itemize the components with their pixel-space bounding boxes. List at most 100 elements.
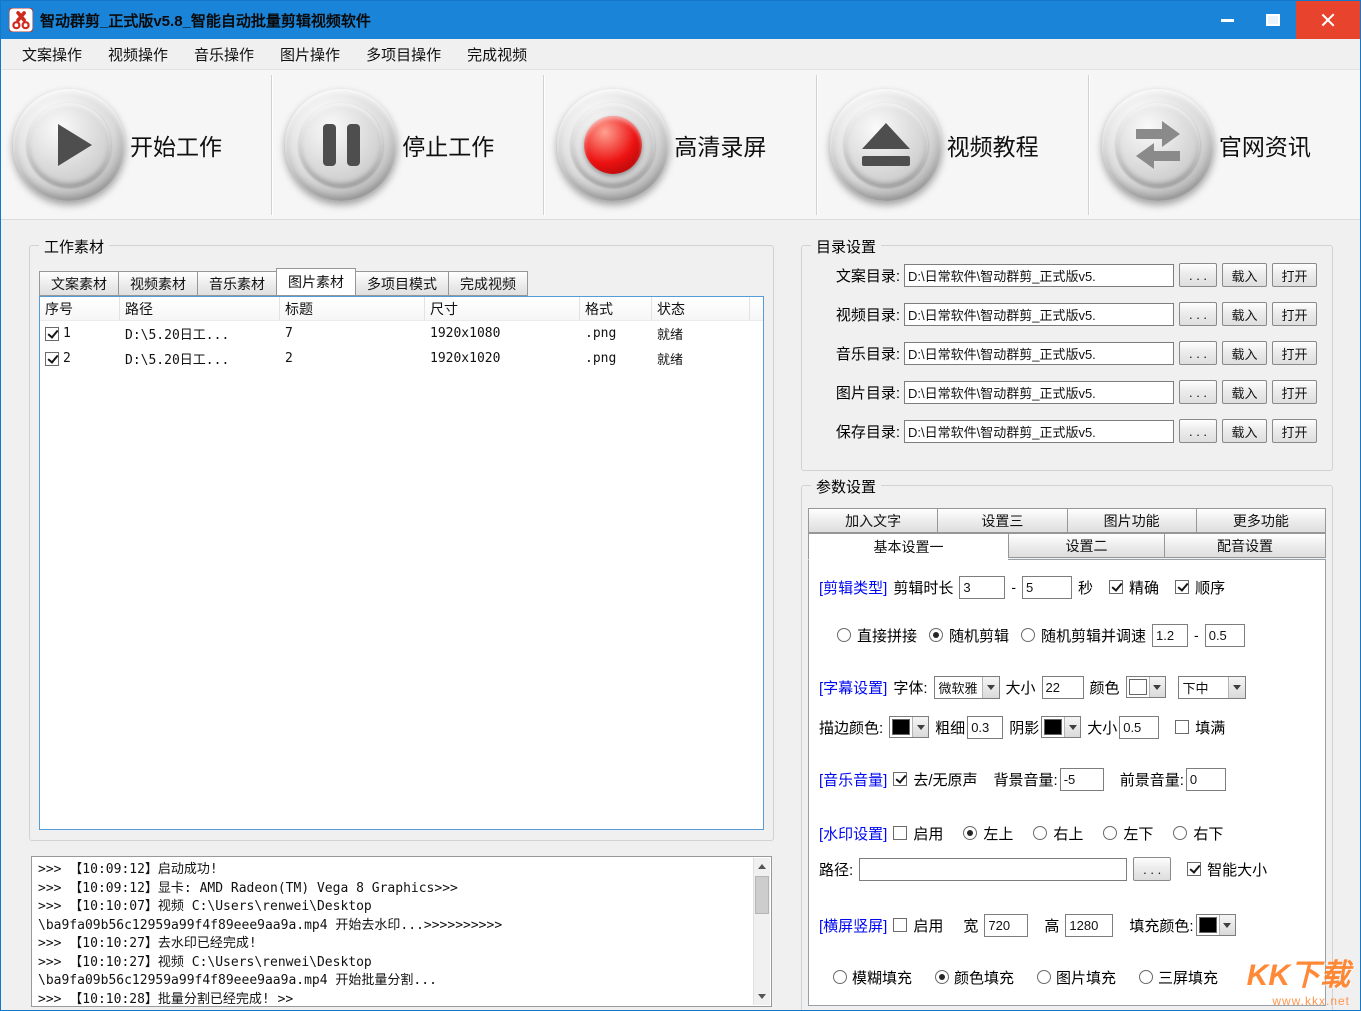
browse-button[interactable]: . . . xyxy=(1179,302,1217,326)
row-checkbox[interactable] xyxy=(45,352,59,366)
screen-enable-checkbox[interactable] xyxy=(893,918,907,932)
tab-multi-project-mode[interactable]: 多项目模式 xyxy=(355,271,448,296)
stroke-color-select[interactable] xyxy=(889,716,929,738)
start-work-button[interactable]: 开始工作 xyxy=(1,70,271,219)
sequence-checkbox[interactable] xyxy=(1175,580,1189,594)
menu-video-ops[interactable]: 视频操作 xyxy=(95,39,181,70)
col-index[interactable]: 序号 xyxy=(40,297,120,320)
log-output[interactable]: >>> 【10:09:12】启动成功! >>> 【10:09:12】显卡: AM… xyxy=(31,856,772,1007)
image-fill-radio[interactable] xyxy=(1037,970,1051,984)
table-row[interactable]: 2 D:\5.20日工... 2 1920x1020 .png 就绪 xyxy=(40,346,763,371)
tab-image-material[interactable]: 图片素材 xyxy=(276,268,356,296)
menu-multi-project-ops[interactable]: 多项目操作 xyxy=(353,39,454,70)
col-path[interactable]: 路径 xyxy=(120,297,280,320)
clip-duration-max-input[interactable] xyxy=(1022,576,1072,599)
menu-finished-video[interactable]: 完成视频 xyxy=(454,39,540,70)
browse-button[interactable]: . . . xyxy=(1179,419,1217,443)
fg-volume-input[interactable] xyxy=(1186,768,1226,791)
col-format[interactable]: 格式 xyxy=(580,297,652,320)
clip-duration-min-input[interactable] xyxy=(959,576,1005,599)
load-button[interactable]: 载入 xyxy=(1222,341,1267,365)
speed-max-input[interactable] xyxy=(1205,624,1245,647)
open-button[interactable]: 打开 xyxy=(1272,263,1317,287)
browse-button[interactable]: . . . xyxy=(1179,341,1217,365)
wm-top-right-radio[interactable] xyxy=(1033,826,1047,840)
wm-bottom-left-radio[interactable] xyxy=(1103,826,1117,840)
menu-image-ops[interactable]: 图片操作 xyxy=(267,39,353,70)
image-directory-input[interactable] xyxy=(904,381,1174,404)
open-button[interactable]: 打开 xyxy=(1272,380,1317,404)
tab-basic-settings-one[interactable]: 基本设置一 xyxy=(808,533,1008,560)
col-size[interactable]: 尺寸 xyxy=(425,297,580,320)
col-title[interactable]: 标题 xyxy=(280,297,425,320)
tab-more-functions[interactable]: 更多功能 xyxy=(1196,508,1326,533)
watermark-enable-checkbox[interactable] xyxy=(893,826,907,840)
menu-text-ops[interactable]: 文案操作 xyxy=(9,39,95,70)
load-button[interactable]: 载入 xyxy=(1222,263,1267,287)
row-checkbox[interactable] xyxy=(45,327,59,341)
open-button[interactable]: 打开 xyxy=(1272,302,1317,326)
music-directory-input[interactable] xyxy=(904,342,1174,365)
scroll-down-icon[interactable] xyxy=(754,988,770,1005)
fill-checkbox[interactable] xyxy=(1175,720,1189,734)
text-directory-input[interactable] xyxy=(904,264,1174,287)
close-button[interactable] xyxy=(1296,1,1360,39)
col-status[interactable]: 状态 xyxy=(652,297,750,320)
tab-add-text[interactable]: 加入文字 xyxy=(808,508,937,533)
watermark-browse-button[interactable]: . . . xyxy=(1133,857,1171,881)
wm-bottom-right-radio[interactable] xyxy=(1173,826,1187,840)
tab-music-material[interactable]: 音乐素材 xyxy=(197,271,276,296)
random-clip-radio[interactable] xyxy=(929,628,943,642)
stroke-width-input[interactable] xyxy=(967,716,1003,739)
speed-min-input[interactable] xyxy=(1152,624,1188,647)
chevron-down-icon xyxy=(1064,717,1080,737)
browse-button[interactable]: . . . xyxy=(1179,380,1217,404)
font-select[interactable]: 微软雅 xyxy=(934,676,1000,699)
load-button[interactable]: 载入 xyxy=(1222,419,1267,443)
maximize-button[interactable] xyxy=(1250,1,1296,39)
font-size-input[interactable] xyxy=(1042,676,1084,699)
direct-join-radio[interactable] xyxy=(837,628,851,642)
subtitle-position-select[interactable]: 下中 xyxy=(1178,676,1246,699)
random-speed-radio[interactable] xyxy=(1021,628,1035,642)
tab-voice-settings[interactable]: 配音设置 xyxy=(1164,533,1326,558)
font-color-select[interactable] xyxy=(1126,676,1166,698)
screen-height-input[interactable] xyxy=(1065,914,1113,937)
scroll-up-icon[interactable] xyxy=(754,858,770,875)
tab-video-material[interactable]: 视频素材 xyxy=(118,271,197,296)
screen-width-input[interactable] xyxy=(984,914,1028,937)
tab-settings-two[interactable]: 设置二 xyxy=(1008,533,1164,558)
video-tutorial-button[interactable]: 视频教程 xyxy=(818,70,1088,219)
log-scrollbar[interactable] xyxy=(753,858,770,1005)
tab-image-functions[interactable]: 图片功能 xyxy=(1067,508,1196,533)
mute-checkbox[interactable] xyxy=(893,772,907,786)
load-button[interactable]: 载入 xyxy=(1222,302,1267,326)
blur-fill-radio[interactable] xyxy=(833,970,847,984)
shadow-size-input[interactable] xyxy=(1119,716,1159,739)
bg-volume-input[interactable] xyxy=(1060,768,1104,791)
tab-settings-three[interactable]: 设置三 xyxy=(937,508,1066,533)
open-button[interactable]: 打开 xyxy=(1272,419,1317,443)
save-directory-input[interactable] xyxy=(904,420,1174,443)
video-directory-input[interactable] xyxy=(904,303,1174,326)
load-button[interactable]: 载入 xyxy=(1222,380,1267,404)
smart-size-checkbox[interactable] xyxy=(1187,862,1201,876)
open-button[interactable]: 打开 xyxy=(1272,341,1317,365)
watermark-path-input[interactable] xyxy=(859,858,1127,881)
table-row[interactable]: 1 D:\5.20日工... 7 1920x1080 .png 就绪 xyxy=(40,321,763,346)
stop-work-button[interactable]: 停止工作 xyxy=(273,70,543,219)
scrollbar-thumb[interactable] xyxy=(755,876,769,914)
browse-button[interactable]: . . . xyxy=(1179,263,1217,287)
website-news-button[interactable]: 官网资讯 xyxy=(1090,70,1360,219)
fill-color-select[interactable] xyxy=(1196,914,1236,936)
tab-finished-video[interactable]: 完成视频 xyxy=(448,271,528,296)
accurate-checkbox[interactable] xyxy=(1109,580,1123,594)
shadow-color-select[interactable] xyxy=(1041,716,1081,738)
color-fill-radio[interactable] xyxy=(935,970,949,984)
record-screen-button[interactable]: 高清录屏 xyxy=(545,70,815,219)
menu-music-ops[interactable]: 音乐操作 xyxy=(181,39,267,70)
three-screen-fill-radio[interactable] xyxy=(1139,970,1153,984)
tab-text-material[interactable]: 文案素材 xyxy=(39,271,118,296)
minimize-button[interactable] xyxy=(1204,1,1250,39)
wm-top-left-radio[interactable] xyxy=(963,826,977,840)
